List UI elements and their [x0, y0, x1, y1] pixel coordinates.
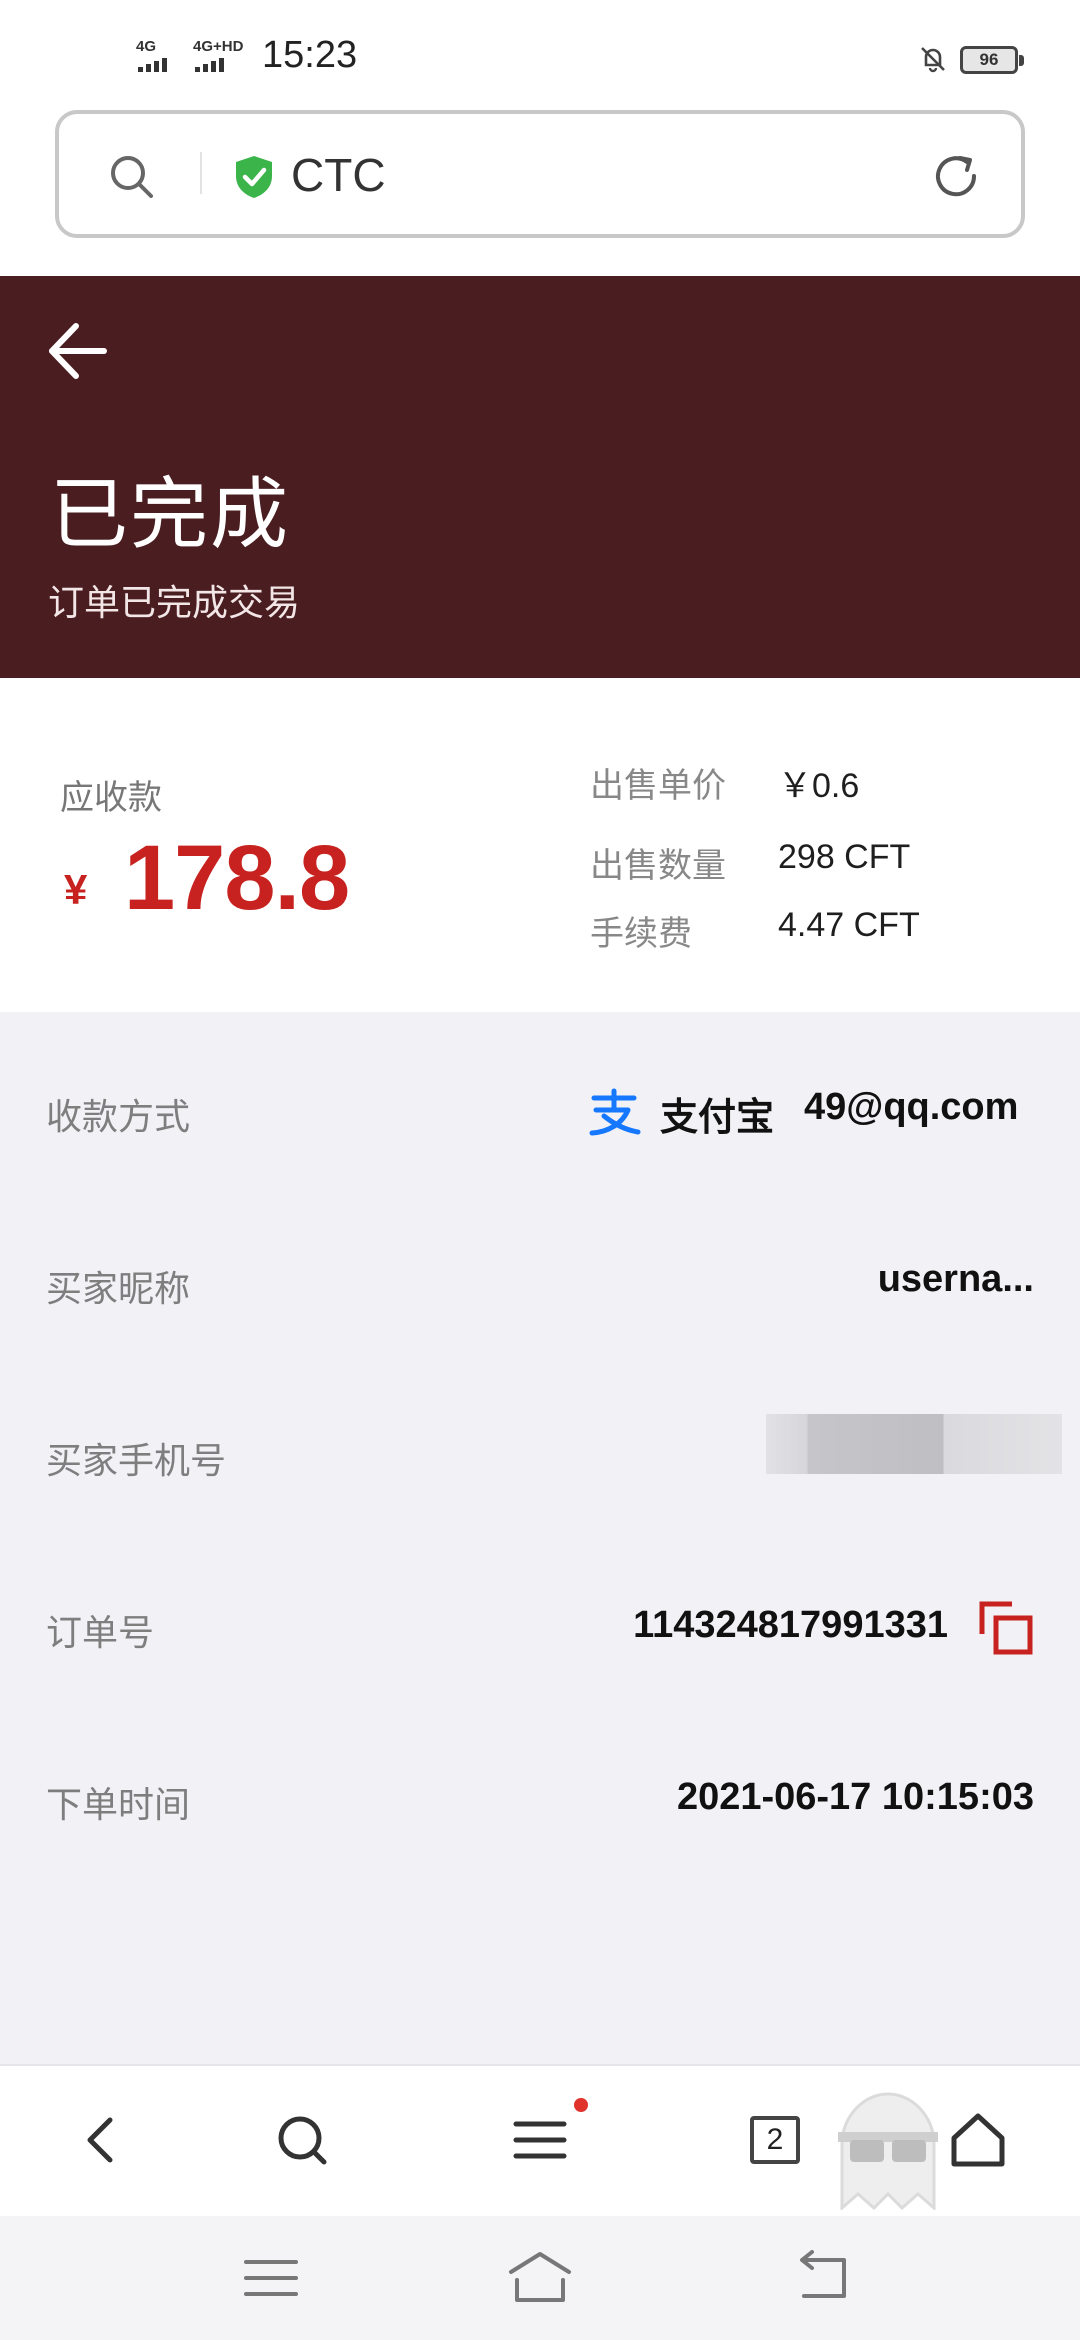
order-number-value: 114324817991331	[633, 1604, 948, 1646]
alipay-icon	[589, 1088, 641, 1136]
reload-icon[interactable]	[930, 150, 982, 202]
browser-toolbar: 2	[0, 2064, 1080, 2216]
page-title: 已完成	[50, 470, 291, 558]
system-back-icon[interactable]	[788, 2248, 858, 2308]
payment-method-name: 支付宝	[660, 1097, 775, 1139]
amount-due-value: 178.8	[124, 827, 350, 929]
copy-icon[interactable]	[978, 1600, 1034, 1656]
back-arrow-icon[interactable]	[44, 318, 110, 384]
fee-label: 手续费	[590, 915, 692, 953]
page-subtitle: 订单已完成交易	[48, 582, 301, 623]
site-name[interactable]: CTC	[291, 148, 386, 202]
system-home-icon[interactable]	[505, 2248, 575, 2308]
buyer-phone-redacted	[766, 1414, 1062, 1474]
status-time: 15:23	[262, 34, 358, 76]
order-time-label: 下单时间	[46, 1784, 191, 1825]
amount-due-label: 应收款	[60, 779, 162, 817]
incognito-ghost-icon	[838, 2092, 938, 2210]
fee-value: 4.47 CFT	[778, 906, 920, 944]
tab-count-button[interactable]: 2	[750, 2116, 800, 2164]
unit-price-value: ￥0.6	[778, 767, 860, 805]
status-bar: 4G 4G+HD 15:23 96	[0, 0, 1080, 100]
order-status-header: 已完成 订单已完成交易	[0, 276, 1080, 678]
order-number-label: 订单号	[46, 1612, 155, 1653]
quantity-label: 出售数量	[590, 847, 726, 885]
buyer-nickname-label: 买家昵称	[46, 1268, 191, 1309]
buyer-phone-label: 买家手机号	[46, 1440, 227, 1481]
address-divider	[200, 152, 202, 194]
address-bar[interactable]: CTC	[55, 110, 1025, 238]
bell-muted-icon	[921, 47, 945, 73]
system-nav-bar	[0, 2216, 1080, 2340]
menu-icon[interactable]	[510, 2110, 570, 2170]
home-icon[interactable]	[948, 2110, 1008, 2170]
buyer-nickname-value: userna...	[877, 1258, 1034, 1300]
back-icon[interactable]	[72, 2110, 132, 2170]
browser-address-area: CTC	[0, 100, 1080, 276]
quantity-value: 298 CFT	[778, 838, 911, 876]
amount-summary-card: 应收款 ¥ 178.8 出售单价 ￥0.6 出售数量 298 CFT 手续费 4…	[0, 678, 1080, 1012]
search-icon[interactable]	[272, 2110, 332, 2170]
system-menu-icon[interactable]	[236, 2248, 306, 2308]
search-icon[interactable]	[107, 152, 155, 200]
battery-indicator: 96	[960, 46, 1024, 74]
secure-shield-icon	[236, 156, 272, 198]
payment-method-label: 收款方式	[46, 1096, 191, 1137]
payment-account: 49@qq.com	[804, 1086, 1019, 1128]
currency-symbol: ¥	[64, 866, 88, 913]
unit-price-label: 出售单价	[590, 767, 726, 805]
notification-dot	[574, 2098, 588, 2112]
order-time-value: 2021-06-17 10:15:03	[676, 1776, 1034, 1818]
